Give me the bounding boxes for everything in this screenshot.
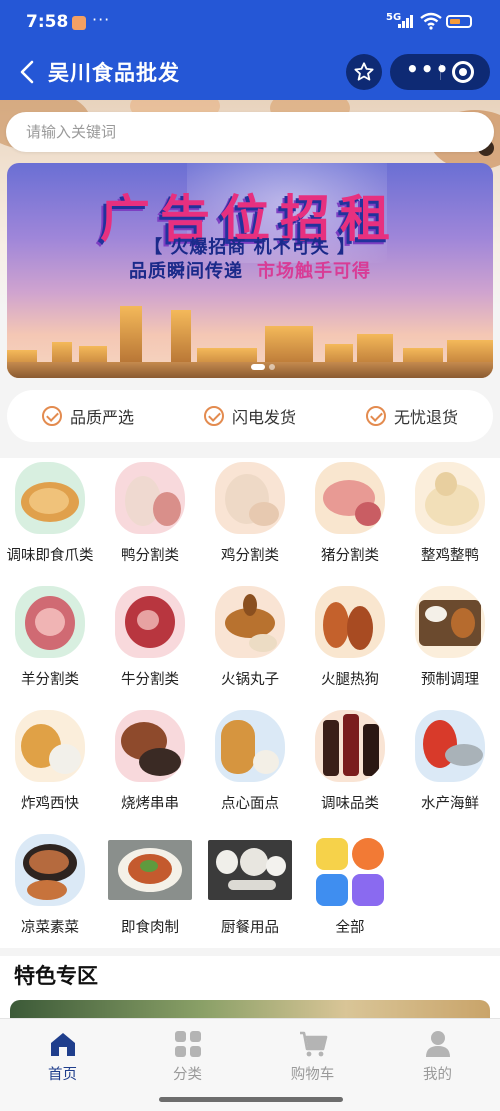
- home-indicator: [159, 1097, 343, 1102]
- category-chicken-feet[interactable]: 调味即食爪类: [0, 458, 100, 582]
- ad-banner[interactable]: 广告位招租 【 火爆招商 机不可失 】 品质瞬间传递 市场触手可得: [7, 163, 493, 378]
- fried-chicken-icon: [15, 710, 85, 782]
- bbq-skewers-icon: [115, 710, 185, 782]
- tab-home[interactable]: 首页: [0, 1029, 125, 1084]
- chicken-parts-icon: [215, 462, 285, 534]
- nav-bar: 吴川食品批发 •••: [0, 50, 500, 94]
- pork-parts-icon: [315, 462, 385, 534]
- category-dim-sum[interactable]: 点心面点: [200, 706, 300, 830]
- home-icon: [50, 1033, 75, 1056]
- category-all[interactable]: 全部: [300, 830, 400, 954]
- app-notification-icon: [72, 16, 86, 30]
- check-circle-icon: [41, 406, 62, 426]
- miniprogram-capsule: •••: [390, 54, 490, 90]
- chicken-feet-icon: [15, 462, 85, 534]
- tableware-icon: [208, 840, 292, 900]
- service-promises: 品质严选 闪电发货 无忧退货: [7, 390, 493, 442]
- hotpot-icon: [215, 586, 285, 658]
- favorite-button[interactable]: [346, 54, 382, 90]
- category-hotpot[interactable]: 火锅丸子: [200, 582, 300, 706]
- check-circle-icon: [203, 406, 224, 426]
- tab-cart[interactable]: 购物车: [250, 1029, 375, 1084]
- check-circle-icon: [365, 406, 386, 426]
- page-title: 吴川食品批发: [48, 61, 180, 85]
- category-beef-parts[interactable]: 牛分割类: [100, 582, 200, 706]
- category-grid: 调味即食爪类 鸭分割类 鸡分割类 猪分割类 整鸡整鸭 羊分割类 牛分割类 火锅丸…: [0, 458, 500, 948]
- lamb-parts-icon: [15, 586, 85, 658]
- beef-parts-icon: [115, 586, 185, 658]
- category-sausage[interactable]: 火腿热狗: [300, 582, 400, 706]
- service-label: 无忧退货: [393, 408, 458, 427]
- category-condiments[interactable]: 调味品类: [300, 706, 400, 830]
- condiments-icon: [315, 710, 385, 782]
- category-ready-meat[interactable]: 即食肉制: [100, 830, 200, 954]
- category-chicken-parts[interactable]: 鸡分割类: [200, 458, 300, 582]
- status-more-icon: ···: [92, 10, 111, 29]
- category-whole-chicken[interactable]: 整鸡整鸭: [400, 458, 500, 582]
- category-cold-dish[interactable]: 凉菜素菜: [0, 830, 100, 954]
- close-miniprogram-icon[interactable]: [452, 61, 474, 83]
- star-icon: [354, 62, 374, 81]
- category-duck-parts[interactable]: 鸭分割类: [100, 458, 200, 582]
- sausage-icon: [315, 586, 385, 658]
- category-fried-chicken[interactable]: 炸鸡西快: [0, 706, 100, 830]
- service-label: 品质严选: [69, 408, 134, 427]
- service-label: 闪电发货: [231, 408, 296, 427]
- category-icon: [174, 1031, 201, 1057]
- dim-sum-icon: [215, 710, 285, 782]
- top-header: 7:58 ··· 5G 吴川食品批发 •••: [0, 0, 500, 100]
- tab-profile[interactable]: 我的: [375, 1029, 500, 1084]
- category-seafood[interactable]: 水产海鲜: [400, 706, 500, 830]
- back-arrow-icon[interactable]: [14, 58, 42, 86]
- whole-chicken-icon: [415, 462, 485, 534]
- cart-icon: [299, 1031, 327, 1057]
- signal-icon: [398, 14, 416, 28]
- banner-line-2: 品质瞬间传递 市场触手可得: [7, 257, 493, 283]
- category-tableware[interactable]: 厨餐用品: [200, 830, 300, 954]
- status-bar: 7:58 ··· 5G: [0, 10, 500, 36]
- status-time: 7:58: [26, 12, 69, 32]
- duck-parts-icon: [115, 462, 185, 534]
- section-title: 特色专区: [14, 964, 98, 988]
- category-bbq-skewers[interactable]: 烧烤串串: [100, 706, 200, 830]
- service-fast-delivery: 闪电发货: [203, 404, 296, 428]
- cold-dish-icon: [15, 834, 85, 906]
- bottom-tab-bar: 首页 分类 购物车 我的: [0, 1018, 500, 1111]
- category-lamb-parts[interactable]: 羊分割类: [0, 582, 100, 706]
- ready-meat-icon: [108, 840, 192, 900]
- banner-line-2b: 市场触手可得: [257, 261, 371, 282]
- all-categories-icon: [316, 838, 388, 910]
- category-prepared-meal[interactable]: 预制调理: [400, 582, 500, 706]
- banner-pagination: [251, 364, 275, 370]
- search-input[interactable]: [6, 112, 494, 152]
- more-menu-icon[interactable]: •••: [406, 57, 450, 81]
- seafood-icon: [415, 710, 485, 782]
- profile-icon: [425, 1031, 450, 1057]
- banner-line-1: 【 火爆招商 机不可失 】: [144, 237, 356, 258]
- banner-line-2a: 品质瞬间传递: [129, 261, 243, 282]
- service-quality: 品质严选: [41, 404, 134, 428]
- service-easy-returns: 无忧退货: [365, 404, 458, 428]
- prepared-meal-icon: [415, 586, 485, 658]
- category-pork-parts[interactable]: 猪分割类: [300, 458, 400, 582]
- wifi-icon: [420, 12, 442, 30]
- tab-category[interactable]: 分类: [125, 1029, 250, 1084]
- battery-icon: [446, 15, 472, 28]
